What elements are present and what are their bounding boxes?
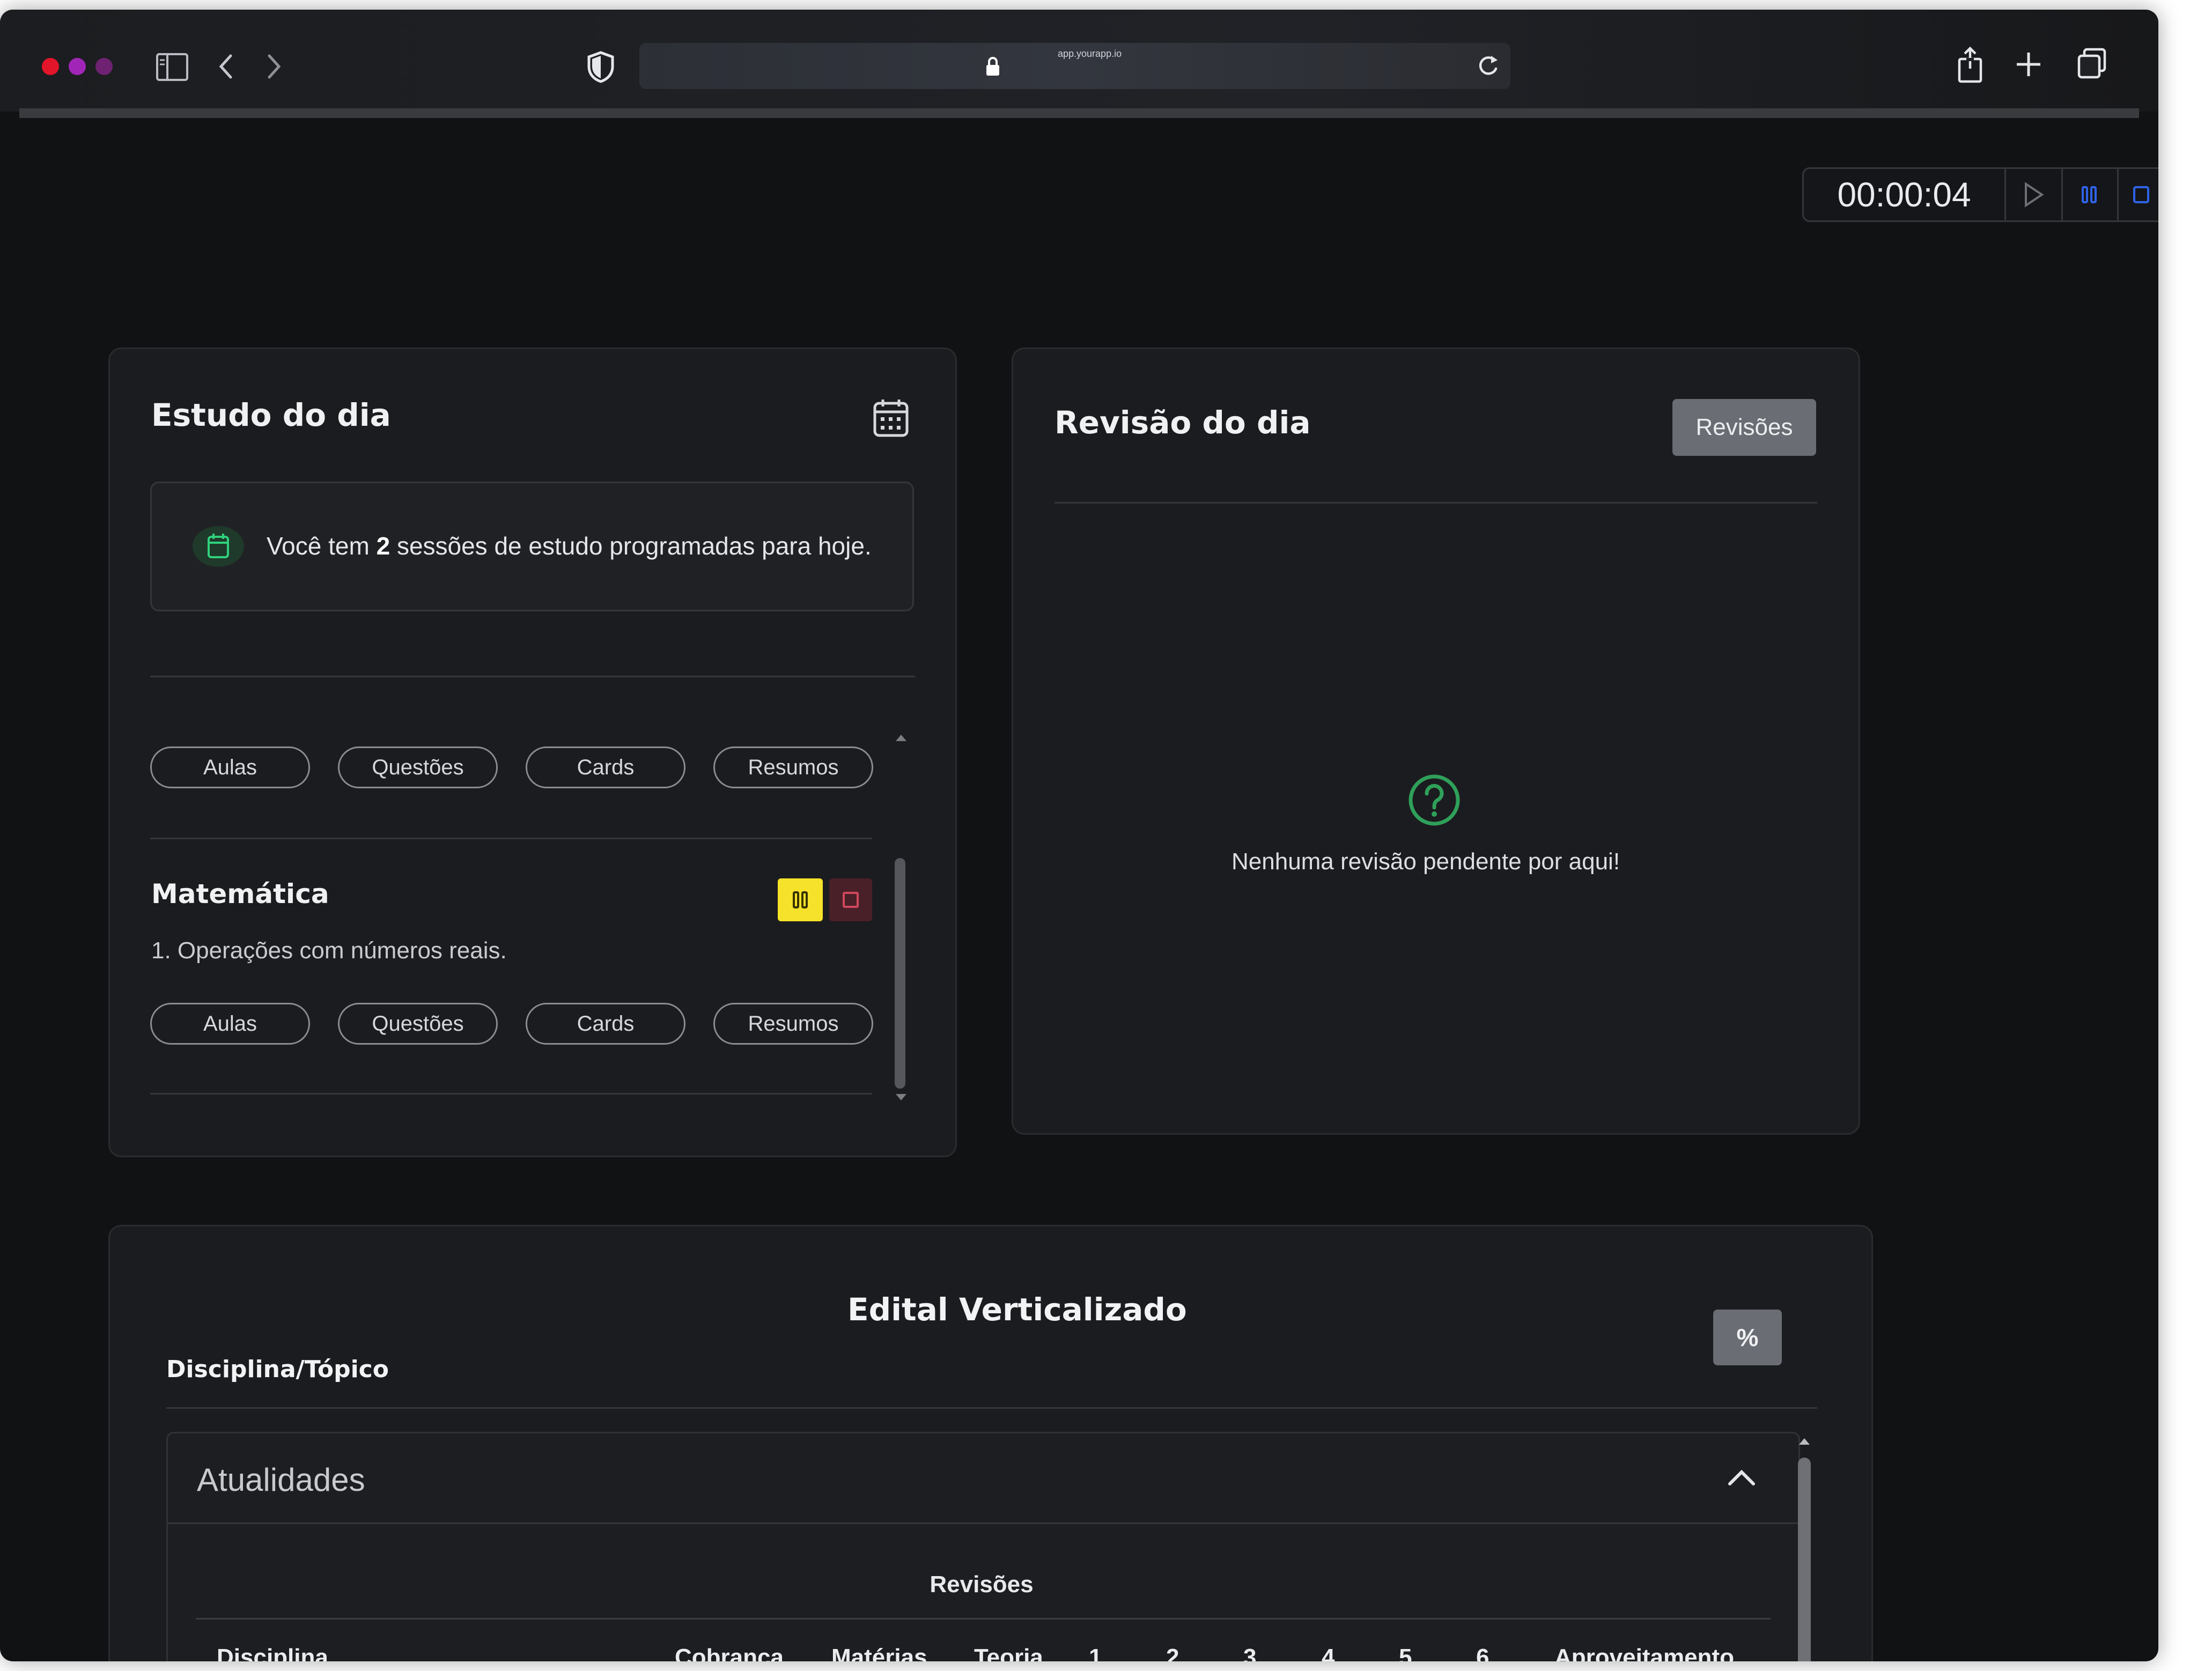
pill-questoes[interactable]: Questões — [338, 746, 498, 788]
back-arrow-icon[interactable] — [217, 51, 236, 82]
study-card-title: Estudo do dia — [151, 397, 391, 433]
edital-title: Edital Verticalizado — [847, 1291, 1187, 1328]
stop-icon[interactable] — [2125, 180, 2157, 210]
reviews-group-header: Revisões — [930, 1571, 1034, 1598]
browser-toolbar: app.yourapp.io — [0, 10, 2158, 112]
accordion-atualidades[interactable]: Atualidades — [166, 1432, 1800, 1661]
divider — [150, 838, 872, 839]
pill-aulas[interactable]: Aulas — [150, 746, 310, 788]
col-teoria: Teoria — [974, 1644, 1043, 1661]
divider — [166, 1407, 1817, 1409]
zoom-window-button[interactable] — [95, 58, 113, 75]
scroll-down-arrow[interactable] — [894, 1092, 909, 1103]
col-disciplina: Disciplina — [217, 1644, 328, 1661]
divider — [1055, 502, 1817, 504]
forward-arrow-icon[interactable] — [264, 51, 283, 82]
no-reviews-message: Nenhuma revisão pendente por aqui! — [1232, 848, 1620, 875]
chevron-up-icon[interactable] — [1727, 1467, 1757, 1488]
pill-resumos[interactable]: Resumos — [713, 1003, 873, 1045]
play-icon[interactable] — [2018, 180, 2047, 210]
info-prefix: Você tem — [267, 532, 370, 560]
scroll-up-arrow[interactable] — [1797, 1436, 1812, 1448]
divider — [150, 676, 915, 677]
col-revisao-6: 6 — [1476, 1644, 1490, 1661]
shield-icon[interactable] — [586, 50, 616, 84]
review-of-the-day-card — [1012, 347, 1860, 1135]
col-revisao-2: 2 — [1166, 1644, 1179, 1661]
subject-stop-button[interactable] — [829, 878, 872, 921]
scroll-up-arrow[interactable] — [894, 733, 909, 743]
calendar-badge-icon — [193, 526, 244, 567]
col-revisao-1: 1 — [1089, 1644, 1102, 1661]
col-revisao-3: 3 — [1243, 1644, 1257, 1661]
pill-cards[interactable]: Cards — [526, 746, 685, 788]
session-count: 2 — [376, 532, 390, 560]
percent-toggle-button[interactable]: % — [1713, 1310, 1782, 1365]
study-list-scrollbar[interactable] — [895, 858, 905, 1089]
minimize-window-button[interactable] — [69, 58, 86, 75]
lock-icon — [986, 57, 999, 76]
url-text: app.yourapp.io — [1058, 48, 1122, 59]
subject-topic: 1. Operações com números reais. — [151, 937, 507, 964]
pill-resumos[interactable]: Resumos — [713, 746, 873, 788]
divider — [150, 1093, 872, 1095]
new-tab-icon[interactable] — [2015, 50, 2043, 78]
subject-pause-button[interactable] — [778, 878, 823, 921]
pause-icon — [793, 891, 808, 908]
share-icon[interactable] — [1956, 45, 1985, 84]
subject-title: Matemática — [151, 878, 329, 910]
edital-scrollbar[interactable] — [1798, 1458, 1811, 1661]
timer-display: 00:00:04 — [1837, 175, 1971, 214]
browser-window: app.yourapp.io 00:00:04 Estudo do dia Vo… — [0, 10, 2158, 1661]
pill-questoes[interactable]: Questões — [338, 1003, 498, 1045]
timer-divider — [2061, 169, 2063, 220]
info-suffix: sessões de estudo programadas para hoje. — [396, 532, 872, 560]
tab-strip-divider — [19, 108, 2139, 118]
timer-divider — [2004, 169, 2006, 220]
timer-divider — [2117, 169, 2119, 220]
pill-aulas[interactable]: Aulas — [150, 1003, 310, 1045]
col-materias: Matérias — [831, 1644, 927, 1661]
divider — [168, 1522, 1798, 1524]
close-window-button[interactable] — [42, 58, 59, 75]
pause-icon[interactable] — [2071, 180, 2107, 210]
tab-overview-icon[interactable] — [2077, 47, 2107, 80]
sessions-info-text: Você tem 2 sessões de estudo programadas… — [267, 531, 872, 560]
sidebar-toggle-icon[interactable] — [156, 53, 189, 82]
stop-icon — [843, 892, 859, 908]
pill-cards[interactable]: Cards — [526, 1003, 685, 1045]
divider — [196, 1618, 1771, 1620]
reload-icon[interactable] — [1476, 53, 1500, 78]
discipline-topic-label: Disciplina/Tópico — [166, 1356, 389, 1383]
calendar-icon[interactable] — [872, 398, 910, 439]
sessions-info-box: Você tem 2 sessões de estudo programadas… — [150, 482, 914, 611]
accordion-title: Atualidades — [197, 1462, 365, 1498]
col-revisao-5: 5 — [1399, 1644, 1412, 1661]
col-aproveitamento: Aproveitamento — [1554, 1644, 1734, 1661]
review-card-title: Revisão do dia — [1055, 404, 1311, 441]
study-timer: 00:00:04 — [1802, 167, 2158, 222]
col-cobranca: Cobrança — [675, 1644, 784, 1661]
question-circle-icon — [1409, 774, 1460, 826]
reviews-button[interactable]: Revisões — [1672, 399, 1816, 456]
col-revisao-4: 4 — [1322, 1644, 1335, 1661]
